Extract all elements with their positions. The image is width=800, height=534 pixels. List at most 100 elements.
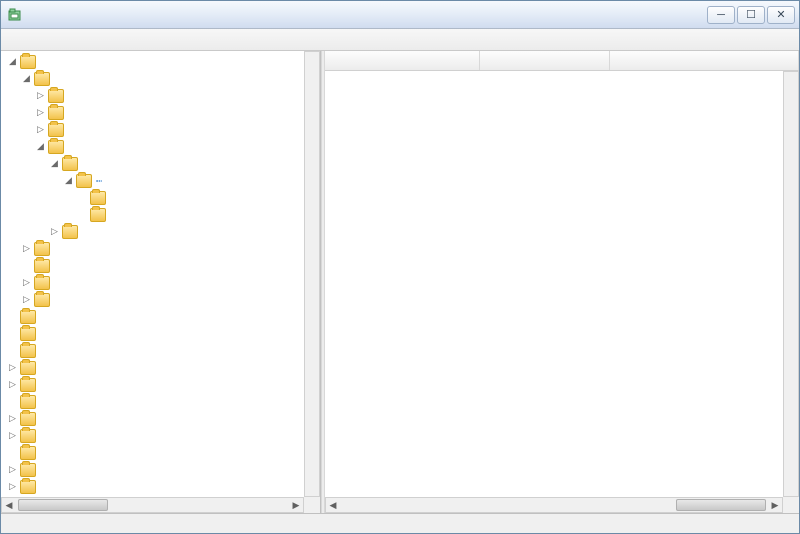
folder-icon <box>76 174 92 188</box>
expand-icon[interactable]: ▷ <box>7 362 18 373</box>
tree-node-sessionManager[interactable]: ▷ <box>5 478 304 495</box>
collapse-icon[interactable]: ◢ <box>35 141 46 152</box>
tree-node-microsoftXP[interactable] <box>75 206 304 223</box>
scroll-corner <box>304 497 320 513</box>
folder-icon <box>48 89 64 103</box>
expand-icon[interactable]: ▷ <box>7 481 18 492</box>
folder-icon <box>20 344 36 358</box>
tree-node-print[interactable]: ◢ <box>5 53 304 70</box>
folder-icon <box>90 208 106 222</box>
tree-vertical-scrollbar[interactable] <box>304 51 320 497</box>
folder-icon <box>62 157 78 171</box>
menu-view[interactable] <box>43 38 59 42</box>
tree-node-serviceProvider[interactable]: ▷ <box>5 461 304 478</box>
tree-node-priorityControl[interactable] <box>5 308 304 325</box>
folder-icon <box>62 225 78 239</box>
folder-icon <box>20 446 36 460</box>
regedit-icon <box>7 7 23 23</box>
tree-view[interactable]: ◢ ◢ ▷ ▷ <box>1 51 304 497</box>
folder-icon <box>20 55 36 69</box>
expand-icon[interactable]: ▷ <box>21 294 32 305</box>
tree-node-windows40[interactable]: ▷ <box>33 87 304 104</box>
scrollbar-thumb[interactable] <box>676 499 766 511</box>
folder-icon <box>20 412 36 426</box>
column-header-value[interactable] <box>610 51 799 70</box>
tree-node-productOptions[interactable] <box>5 325 304 342</box>
scroll-corner <box>783 497 799 513</box>
scroll-left-icon[interactable]: ◀ <box>326 498 340 512</box>
tree-node-version3[interactable]: ◢ <box>61 172 304 189</box>
folder-icon <box>20 378 36 392</box>
minimize-button[interactable]: ─ <box>707 6 735 24</box>
tree-node-drivers[interactable]: ◢ <box>47 155 304 172</box>
expand-icon[interactable]: ▷ <box>35 124 46 135</box>
maximize-button[interactable]: ☐ <box>737 6 765 24</box>
tree-pane: ◢ ◢ ▷ ▷ <box>1 51 321 513</box>
menu-help[interactable] <box>79 38 95 42</box>
tree-node-securityProviders[interactable]: ▷ <box>5 427 304 444</box>
tree-node-scsiPort[interactable] <box>5 393 304 410</box>
folder-icon <box>48 140 64 154</box>
tree-node-securePipeServers[interactable]: ▷ <box>5 410 304 427</box>
folder-icon <box>20 310 36 324</box>
tree-node-remoteAssistance[interactable] <box>5 342 304 359</box>
expand-icon[interactable]: ▷ <box>7 413 18 424</box>
tree-node-printProcessors[interactable]: ▷ <box>47 223 304 240</box>
expand-icon[interactable]: ▷ <box>7 379 18 390</box>
scroll-left-icon[interactable]: ◀ <box>2 498 16 512</box>
tree-node-windowsNTx86[interactable]: ▷ <box>33 121 304 138</box>
close-button[interactable]: ✕ <box>767 6 795 24</box>
list-header <box>325 51 799 71</box>
folder-icon <box>20 480 36 494</box>
list-vertical-scrollbar[interactable] <box>783 71 799 497</box>
menu-favorites[interactable] <box>61 38 77 42</box>
tree-node-windowsIA64[interactable]: ▷ <box>33 104 304 121</box>
scroll-right-icon[interactable]: ▶ <box>768 498 782 512</box>
collapse-icon[interactable]: ◢ <box>49 158 60 169</box>
statusbar <box>1 513 799 533</box>
folder-icon <box>48 106 64 120</box>
folder-icon <box>20 361 36 375</box>
tree-node-microsoftSh[interactable] <box>75 189 304 206</box>
column-header-type[interactable] <box>480 51 610 70</box>
tree-horizontal-scrollbar[interactable]: ◀ ▶ <box>1 497 304 513</box>
expand-icon[interactable]: ▷ <box>35 107 46 118</box>
list-horizontal-scrollbar[interactable]: ◀ ▶ <box>325 497 783 513</box>
tree-label <box>96 180 102 182</box>
collapse-icon[interactable]: ◢ <box>21 73 32 84</box>
tree-node-rtlQuery[interactable]: ▷ <box>5 359 304 376</box>
tree-node-windowsx64[interactable]: ◢ <box>33 138 304 155</box>
scrollbar-thumb[interactable] <box>18 499 108 511</box>
folder-icon <box>20 429 36 443</box>
folder-icon <box>20 327 36 341</box>
folder-icon <box>34 259 50 273</box>
collapse-icon[interactable]: ◢ <box>7 56 18 67</box>
tree-node-safeBoot[interactable]: ▷ <box>5 376 304 393</box>
tree-node-environments[interactable]: ◢ <box>19 70 304 87</box>
window-buttons: ─ ☐ ✕ <box>707 6 795 24</box>
content-area: ◢ ◢ ▷ ▷ <box>1 51 799 513</box>
expand-icon[interactable]: ▷ <box>35 90 46 101</box>
folder-icon <box>34 72 50 86</box>
expand-icon[interactable]: ▷ <box>21 243 32 254</box>
tree-node-monitors[interactable]: ▷ <box>19 240 304 257</box>
titlebar: ─ ☐ ✕ <box>1 1 799 29</box>
list-body[interactable] <box>325 71 783 497</box>
menu-edit[interactable] <box>25 38 41 42</box>
folder-icon <box>34 293 50 307</box>
folder-icon <box>34 276 50 290</box>
tree-node-providers[interactable]: ▷ <box>19 291 304 308</box>
expand-icon[interactable]: ▷ <box>7 464 18 475</box>
tree-node-serviceGroupOrder[interactable] <box>5 444 304 461</box>
folder-icon <box>20 463 36 477</box>
tree-node-printers[interactable]: ▷ <box>19 274 304 291</box>
expand-icon[interactable]: ▷ <box>21 277 32 288</box>
expand-icon[interactable]: ▷ <box>7 430 18 441</box>
folder-icon <box>48 123 64 137</box>
tree-node-pendingUpgrades[interactable] <box>19 257 304 274</box>
column-header-name[interactable] <box>325 51 480 70</box>
menu-file[interactable] <box>7 38 23 42</box>
collapse-icon[interactable]: ◢ <box>63 175 74 186</box>
expand-icon[interactable]: ▷ <box>49 226 60 237</box>
scroll-right-icon[interactable]: ▶ <box>289 498 303 512</box>
